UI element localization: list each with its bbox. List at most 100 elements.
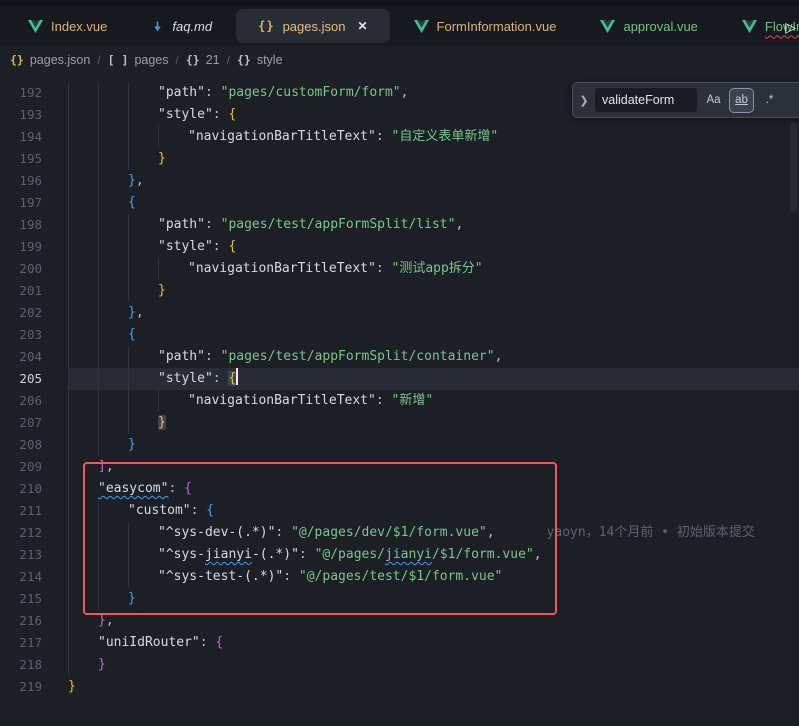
whole-word-button[interactable]: ab — [730, 89, 753, 112]
indent-guide — [68, 500, 98, 522]
tab-overflow-chevron-icon[interactable]: ▷ — [785, 19, 796, 36]
line-number: 202 — [0, 302, 42, 324]
token: , — [136, 173, 144, 188]
token: : — [376, 393, 392, 408]
code-line[interactable]: 202}, — [0, 302, 799, 324]
line-content: } — [68, 588, 136, 610]
breadcrumb-item-pages[interactable]: [ ]pages — [108, 53, 169, 67]
tab-index-vue[interactable]: Index.vue — [6, 6, 129, 46]
code-line[interactable]: 195} — [0, 148, 799, 170]
token: , — [106, 459, 114, 474]
breadcrumb-item-pages-json[interactable]: {}pages.json — [10, 53, 90, 67]
token: , — [136, 305, 144, 320]
indent-guide — [98, 544, 128, 566]
code-line[interactable]: 214"^sys-test-(.*)": "@/pages/test/$1/fo… — [0, 566, 799, 588]
tab-faq-md[interactable]: faq.md — [129, 6, 234, 46]
code-line[interactable]: 207} — [0, 412, 799, 434]
line-content: "navigationBarTitleText": "自定义表单新增" — [68, 126, 498, 148]
code-line[interactable]: 219} — [0, 676, 799, 698]
indent-guide — [68, 258, 98, 280]
git-blame-annotation: yaoyn，14个月前 • 初始版本提交 — [495, 525, 755, 540]
token: } — [128, 173, 136, 188]
line-number: 219 — [0, 676, 42, 698]
find-option-label: Aa — [706, 94, 720, 106]
code-line[interactable]: 208} — [0, 434, 799, 456]
indent-guide — [98, 566, 128, 588]
code-line[interactable]: 197{ — [0, 192, 799, 214]
code-line[interactable]: 203{ — [0, 324, 799, 346]
line-content: { — [68, 324, 136, 346]
code-line[interactable]: 217"uniIdRouter": { — [0, 632, 799, 654]
token: { — [228, 239, 236, 254]
code-line[interactable]: 218} — [0, 654, 799, 676]
line-number: 208 — [0, 434, 42, 456]
indent-guide — [158, 126, 188, 148]
indent-guide — [98, 148, 128, 170]
indent-guide — [68, 566, 98, 588]
code-line[interactable]: 209], — [0, 456, 799, 478]
line-content: "easycom": { — [68, 478, 192, 500]
indent-guide — [98, 280, 128, 302]
token: , — [487, 525, 495, 540]
line-number: 195 — [0, 148, 42, 170]
line-number: 192 — [0, 82, 42, 104]
code-line[interactable]: 216}, — [0, 610, 799, 632]
line-content: } — [68, 654, 106, 676]
code-line[interactable]: 212"^sys-dev-(.*)": "@/pages/dev/$1/form… — [0, 522, 799, 544]
markdown-icon — [151, 20, 164, 33]
tab-pages-json[interactable]: {}pages.json✕ — [236, 9, 389, 43]
line-content: "navigationBarTitleText": "新增" — [68, 390, 433, 412]
code-line[interactable]: 210 "easycom": { — [0, 478, 799, 500]
breadcrumb-item-21[interactable]: {}21 — [186, 53, 220, 67]
code-line[interactable]: 201} — [0, 280, 799, 302]
token: "path" — [158, 85, 205, 100]
code-line[interactable]: 215} — [0, 588, 799, 610]
token: "navigationBarTitleText" — [188, 129, 376, 144]
code-line[interactable]: 198"path": "pages/test/appFormSplit/list… — [0, 214, 799, 236]
line-number: 201 — [0, 280, 42, 302]
toggle-replace-icon[interactable]: ❯ — [578, 94, 590, 107]
close-tab-icon[interactable]: ✕ — [357, 19, 367, 33]
indent-guide — [128, 390, 158, 412]
token: "@/pages/ — [315, 547, 385, 562]
code-line[interactable]: 206"navigationBarTitleText": "新增" — [0, 390, 799, 412]
regex-button[interactable]: .* — [758, 89, 781, 112]
find-input[interactable] — [595, 88, 697, 112]
symbol-objectGlyph: {} — [10, 53, 24, 67]
json-icon: {} — [258, 19, 274, 33]
line-number: 194 — [0, 126, 42, 148]
code-line[interactable]: 204"path": "pages/test/appFormSplit/cont… — [0, 346, 799, 368]
code-line[interactable]: 199"style": { — [0, 236, 799, 258]
indent-guide — [98, 236, 128, 258]
token: } — [128, 591, 136, 606]
indent-guide — [98, 214, 128, 236]
editor-scrollbar[interactable] — [790, 122, 797, 212]
indent-guide — [68, 544, 98, 566]
line-number: 212 — [0, 522, 42, 544]
code-line[interactable]: 196}, — [0, 170, 799, 192]
indent-guide — [68, 368, 98, 390]
token: : — [299, 547, 315, 562]
breadcrumb: {}pages.json/[ ]pages/{}21/{}style — [0, 46, 799, 74]
line-number: 210 — [0, 478, 42, 500]
indent-guide — [98, 368, 128, 390]
code-line[interactable]: 194 "navigationBarTitleText": "自定义表单新增" — [0, 126, 799, 148]
match-case-button[interactable]: Aa — [702, 89, 725, 112]
indent-guide — [128, 346, 158, 368]
indent-guide — [98, 324, 128, 346]
indent-guide — [68, 82, 98, 104]
breadcrumb-label: 21 — [206, 53, 220, 67]
line-content: } — [68, 676, 76, 698]
code-editor[interactable]: 192"path": "pages/customForm/form",193"s… — [0, 74, 799, 726]
token: "path" — [158, 349, 205, 364]
indent-guide — [68, 192, 98, 214]
code-line[interactable]: 211"custom": { — [0, 500, 799, 522]
tab-forminformation-vue[interactable]: FormInformation.vue — [392, 6, 579, 46]
code-line[interactable]: 205"style": { — [0, 368, 799, 390]
tab-approval-vue[interactable]: approval.vue — [578, 6, 719, 46]
token: "pages/test/appFormSplit/container" — [221, 349, 495, 364]
code-line[interactable]: 200"navigationBarTitleText": "测试app拆分" — [0, 258, 799, 280]
breadcrumb-item-style[interactable]: {}style — [237, 53, 283, 67]
code-line[interactable]: 213"^sys-jianyi-(.*)": "@/pages/jianyi/$… — [0, 544, 799, 566]
token: : — [205, 349, 221, 364]
